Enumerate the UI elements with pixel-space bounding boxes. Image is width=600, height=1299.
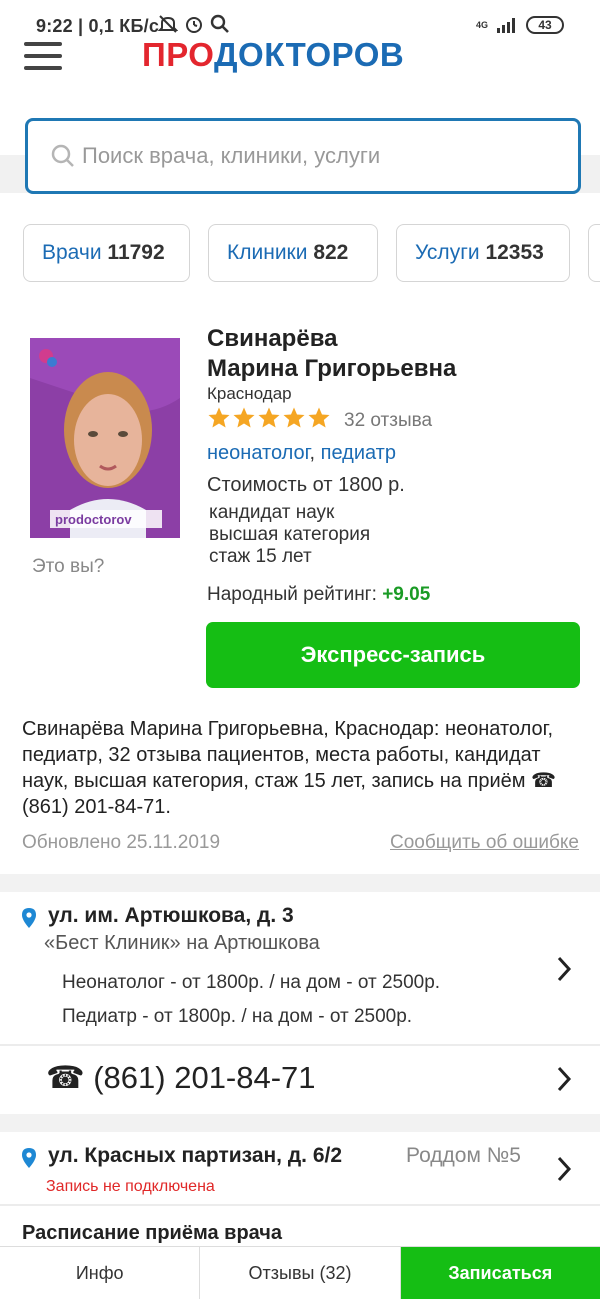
star-icon (283, 407, 305, 428)
chevron-right-icon (556, 956, 572, 987)
rating-value: +9.05 (382, 584, 431, 605)
express-booking-button[interactable]: Экспресс-запись (206, 622, 580, 688)
chip-label: Клиники (227, 241, 308, 264)
its-you-link[interactable]: Это вы? (32, 556, 104, 578)
logo-part-red: ПРО (142, 36, 215, 73)
price: Стоимость от 1800 р. (207, 474, 405, 496)
chip-doctors[interactable]: Врачи 11792 (23, 224, 190, 282)
workplace-address: ул. Красных партизан, д. 6/2 (48, 1144, 343, 1167)
location-pin-icon (22, 908, 36, 933)
category: высшая категория (209, 524, 371, 545)
chevron-right-icon (556, 1066, 572, 1097)
chip-services[interactable]: Услуги 12353 (396, 224, 570, 282)
battery-indicator: 43 (526, 16, 564, 34)
tab-book[interactable]: Записаться (400, 1247, 600, 1299)
rating-label: Народный рейтинг: (207, 584, 377, 605)
star-icon (258, 407, 280, 428)
status-right: 4G 43 (476, 16, 564, 34)
chip-count: 12353 (485, 241, 544, 264)
search-input[interactable] (82, 137, 552, 175)
logo-part-blue: ДОКТОРОВ (214, 36, 405, 73)
workplace-card[interactable]: ул. Красных партизан, д. 6/2 Роддом №5 З… (0, 1132, 600, 1204)
doctor-city: Краснодар (207, 384, 292, 403)
menu-icon-bar (24, 54, 62, 58)
doctor-photo[interactable]: prodoctorov (30, 338, 180, 538)
doctor-given-names: Марина Григорьевна (207, 355, 457, 382)
chevron-right-icon (556, 1156, 572, 1187)
logo[interactable]: ПРОДОКТОРОВ (142, 36, 404, 74)
specialty-pediatrician[interactable]: педиатр (321, 442, 396, 464)
schedule-title: Расписание приёма врача (22, 1222, 283, 1244)
phone-row[interactable]: ☎ (861) 201-84-71 (0, 1046, 600, 1114)
service-price: Педиатр - от 1800р. / на дом - от 2500р. (62, 1006, 413, 1027)
star-rating (207, 406, 331, 430)
mute-icon (158, 14, 178, 34)
doctor-surname: Свинарёва (207, 325, 338, 352)
updated-date: Обновлено 25.11.2019 (22, 832, 221, 853)
workplace-card[interactable]: ул. им. Артюшкова, д. 3 «Бест Клиник» на… (0, 892, 600, 1044)
status-icons (158, 14, 230, 34)
degree: кандидат наук (209, 502, 335, 523)
qualifications: кандидат наук высшая категория стаж 15 л… (209, 502, 370, 568)
phone-number: ☎ (861) 201-84-71 (46, 1060, 316, 1095)
service-price: Неонатолог - от 1800р. / на дом - от 250… (62, 972, 441, 993)
chip-count: 11792 (107, 241, 165, 264)
photo-watermark: prodoctorov (55, 512, 132, 527)
star-icon (233, 407, 255, 428)
location-pin-icon (22, 1148, 36, 1173)
menu-icon (24, 42, 62, 46)
booking-status: Запись не подключена (46, 1178, 215, 1195)
chip-label: Врачи (42, 241, 102, 264)
specialty-neonatologist[interactable]: неонатолог (207, 442, 310, 464)
report-error-link[interactable]: Сообщить об ошибке (390, 832, 579, 854)
tab-reviews[interactable]: Отзывы (32) (200, 1247, 401, 1299)
search-icon (50, 143, 76, 174)
section-divider (0, 1114, 600, 1132)
chip-clinics[interactable]: Клиники 822 (208, 224, 378, 282)
tab-info[interactable]: Инфо (0, 1247, 201, 1299)
experience: стаж 15 лет (209, 546, 312, 567)
star-icon (208, 407, 230, 428)
network-type: 4G (475, 20, 488, 30)
status-time: 9:22 | 0,1 КБ/с (36, 16, 160, 36)
search-box[interactable] (25, 118, 581, 194)
divider (0, 1204, 600, 1206)
doctor-name: Свинарёва Марина Григорьевна (207, 324, 456, 384)
section-divider (0, 874, 600, 892)
reviews-link[interactable]: 32 отзыва (344, 410, 432, 432)
doctor-description: Свинарёва Марина Григорьевна, Краснодар:… (22, 718, 556, 818)
menu-button[interactable] (24, 42, 64, 72)
chip-count: 822 (313, 241, 349, 264)
people-rating: Народный рейтинг: +9.05 (207, 584, 430, 606)
menu-icon-bar (24, 66, 62, 70)
clinic-name: «Бест Клиник» на Артюшкова (44, 932, 320, 954)
workplace-address: ул. им. Артюшкова, д. 3 (48, 904, 294, 927)
search-icon (210, 14, 230, 34)
clinic-name: Роддом №5 (406, 1144, 521, 1167)
specialties: неонатолог, педиатр (207, 442, 396, 465)
signal-icon (496, 17, 518, 33)
star-icon (308, 407, 330, 428)
specialty-separator: , (309, 442, 316, 464)
bottom-tab-bar: Инфо Отзывы (32) Записаться (0, 1246, 600, 1299)
chip-label: Услуги (415, 241, 480, 264)
alarm-icon (184, 14, 204, 34)
chip-more[interactable] (588, 224, 600, 282)
